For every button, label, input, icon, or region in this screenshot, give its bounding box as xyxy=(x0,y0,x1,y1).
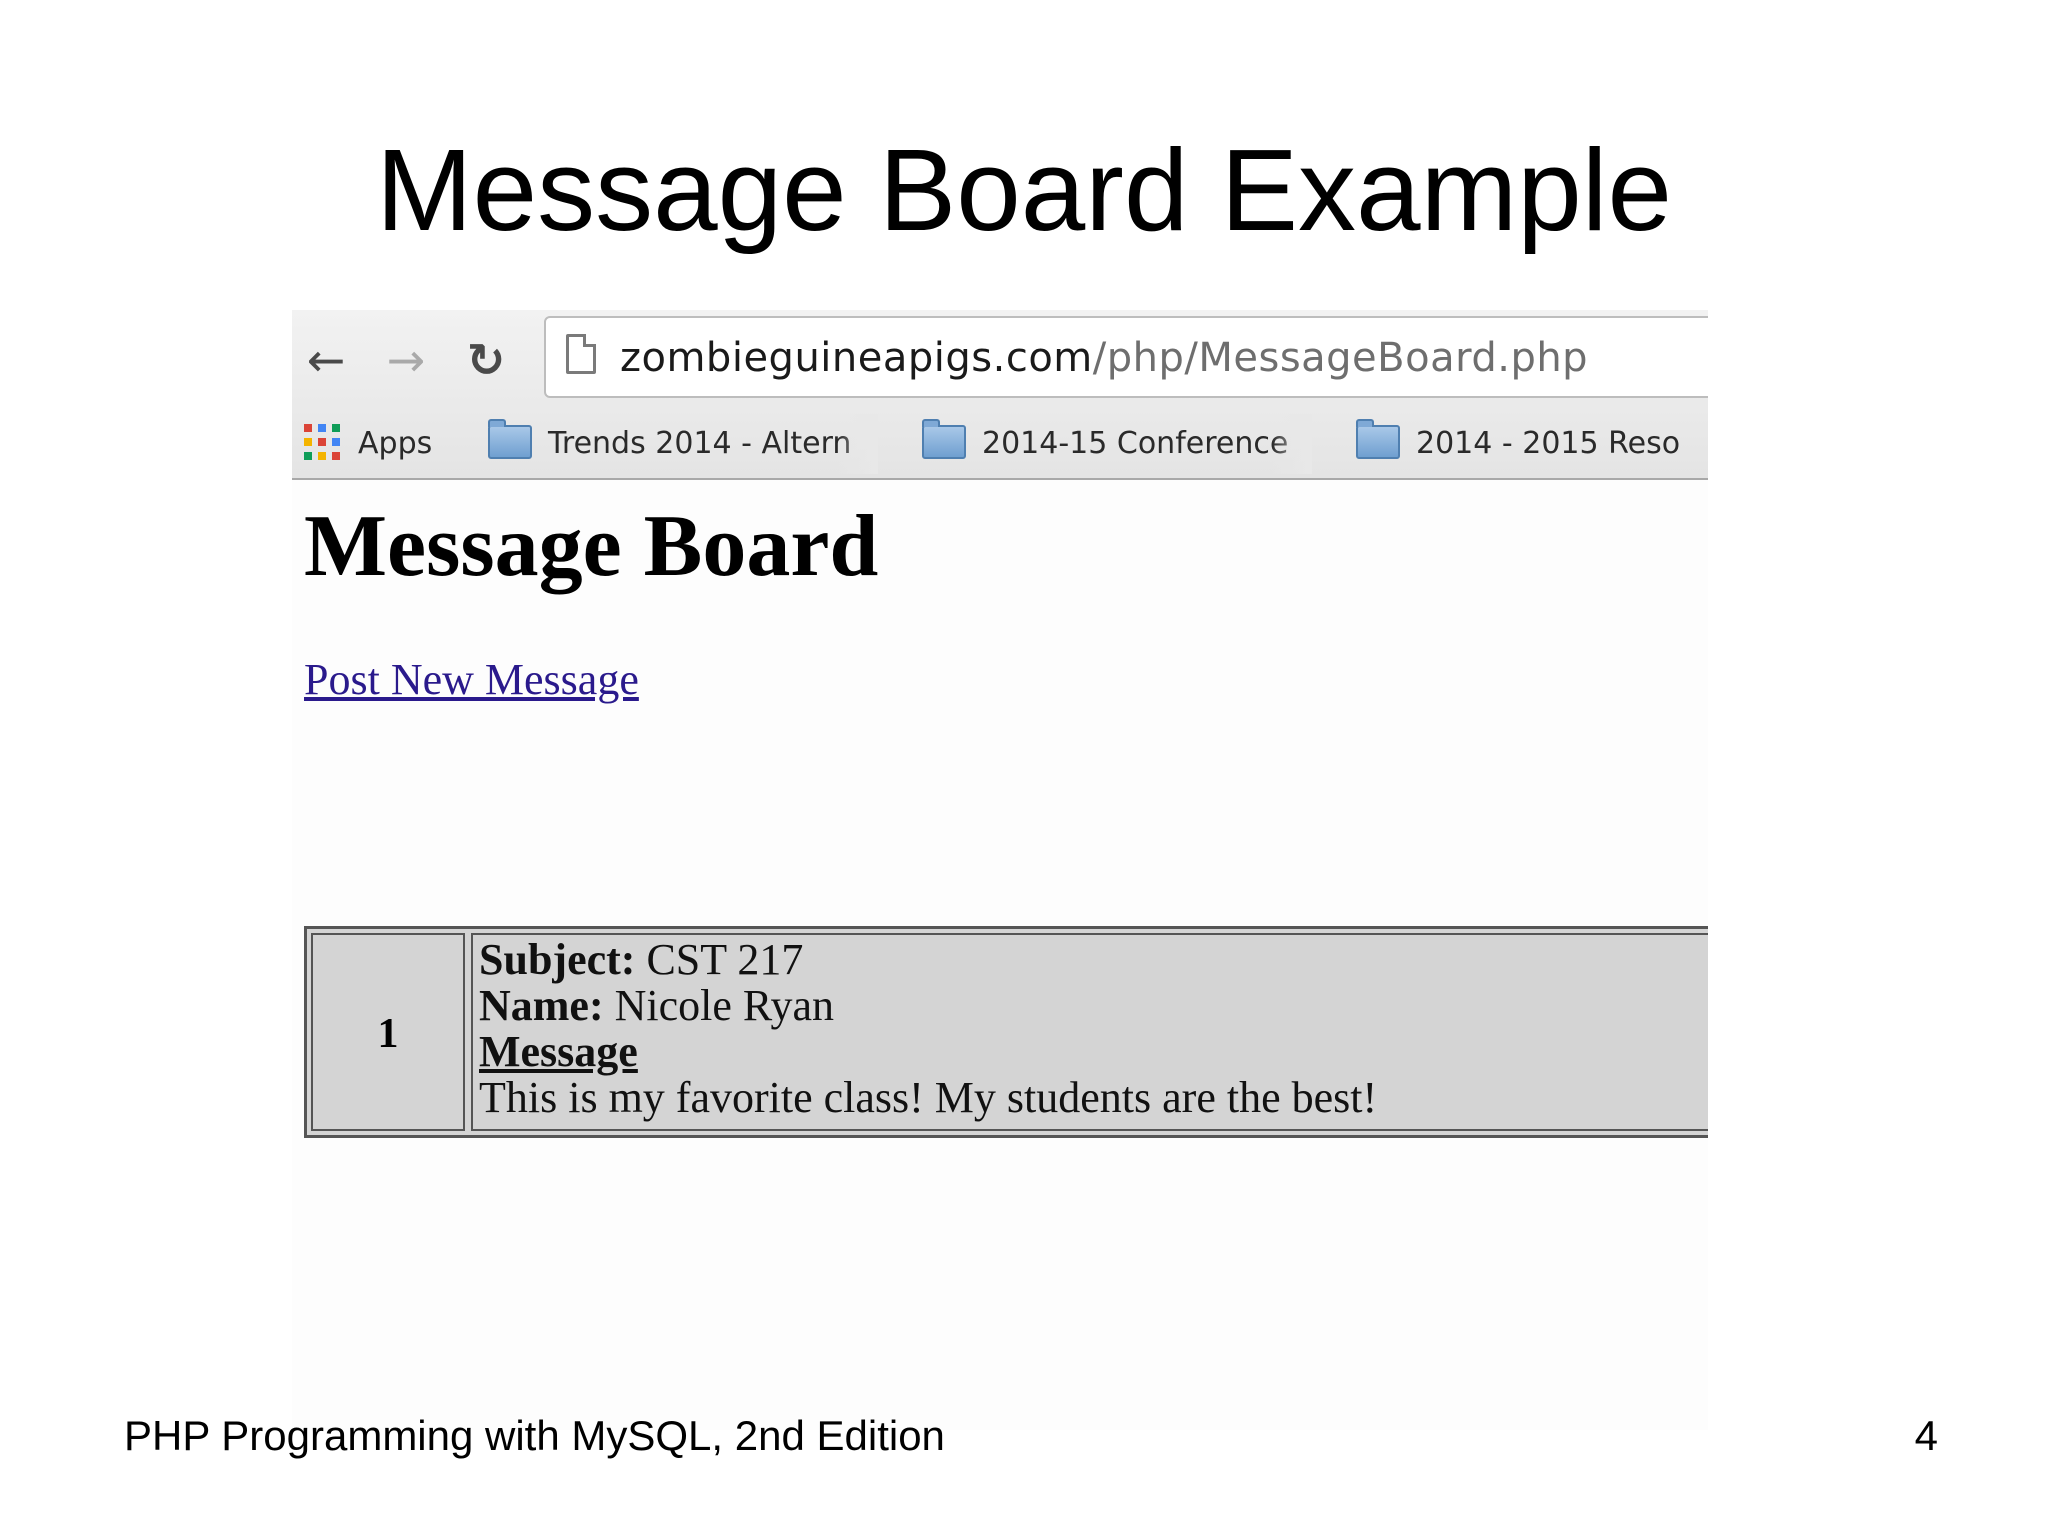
forward-arrow-icon[interactable]: → xyxy=(378,332,434,388)
post-new-message-link[interactable]: Post New Message xyxy=(304,650,639,710)
name-line: Name: Nicole Ryan xyxy=(479,983,1708,1029)
page-heading: Message Board xyxy=(304,498,879,595)
bookmark-folder-resources[interactable]: 2014 - 2015 Reso xyxy=(1356,414,1708,474)
bookmark-label: Trends 2014 - Altern xyxy=(548,426,852,461)
reload-icon[interactable]: ↻ xyxy=(458,332,514,388)
bookmark-fade xyxy=(1272,414,1312,474)
browser-toolbar: ← → ↻ zombieguineapigs.com/php/MessageBo… xyxy=(292,310,1708,480)
message-label: Message xyxy=(479,1027,638,1076)
bookmark-folder-conference[interactable]: 2014-15 Conference xyxy=(922,414,1312,474)
message-number: 1 xyxy=(311,933,465,1131)
folder-icon xyxy=(1356,418,1400,459)
back-arrow-icon[interactable]: ← xyxy=(298,332,354,388)
address-bar[interactable]: zombieguineapigs.com/php/MessageBoard.ph… xyxy=(544,316,1708,398)
bookmarks-bar: Apps Trends 2014 - Altern 2014-15 Confer… xyxy=(292,414,1708,474)
name-value: Nicole Ryan xyxy=(614,981,835,1030)
bookmark-label: 2014-15 Conference xyxy=(982,426,1289,461)
url-host: zombieguineapigs.com xyxy=(620,335,1093,381)
browser-screenshot: ← → ↻ zombieguineapigs.com/php/MessageBo… xyxy=(292,310,1708,1430)
slide: Message Board Example ← → ↻ zombieguinea… xyxy=(0,0,2048,1536)
folder-icon xyxy=(922,418,966,459)
apps-grid-icon xyxy=(304,423,340,460)
folder-icon xyxy=(488,418,532,459)
bookmark-apps[interactable]: Apps xyxy=(304,414,454,474)
url-path: /php/MessageBoard.php xyxy=(1092,335,1589,381)
bookmark-folder-trends[interactable]: Trends 2014 - Altern xyxy=(488,414,878,474)
message-table: 1 Subject: CST 217 Name: Nicole Ryan Mes… xyxy=(304,926,1708,1138)
url-text: zombieguineapigs.com/php/MessageBoard.ph… xyxy=(620,330,1588,386)
name-label: Name: xyxy=(479,981,604,1030)
page-icon xyxy=(566,334,596,374)
bookmark-fade xyxy=(838,414,878,474)
message-text: This is my favorite class! My students a… xyxy=(479,1073,1378,1122)
footer-book-title: PHP Programming with MySQL, 2nd Edition xyxy=(124,1412,945,1459)
subject-line: Subject: CST 217 xyxy=(479,937,1708,983)
subject-label: Subject: xyxy=(479,935,636,984)
slide-title: Message Board Example xyxy=(376,125,1672,255)
message-details: Subject: CST 217 Name: Nicole Ryan Messa… xyxy=(471,933,1708,1131)
bookmark-label: Apps xyxy=(358,426,433,461)
page-number: 4 xyxy=(1914,1412,1938,1459)
bookmark-label: 2014 - 2015 Reso xyxy=(1416,426,1681,461)
subject-value: CST 217 xyxy=(646,935,804,984)
